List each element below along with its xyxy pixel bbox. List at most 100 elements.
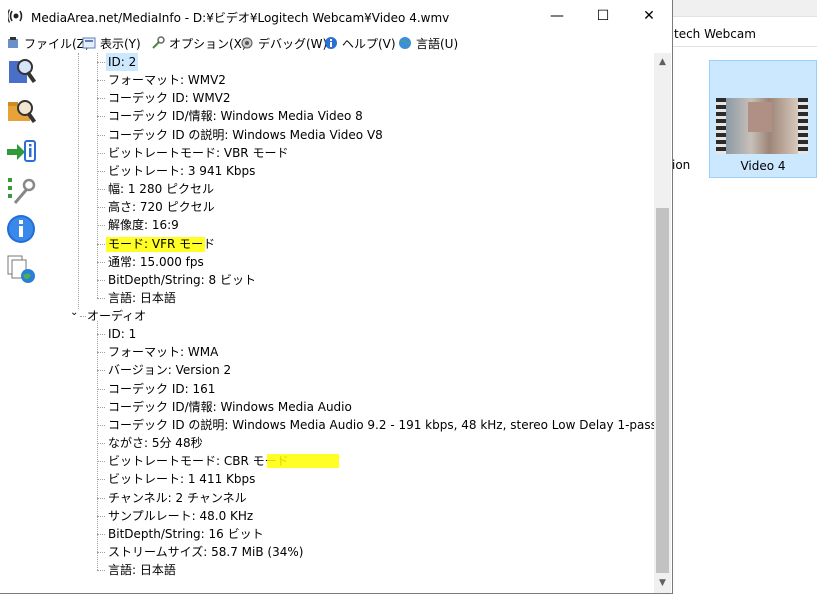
audio-property-row[interactable]: ストリームサイズ: 58.7 MiB (34%) xyxy=(42,543,642,561)
audio-property-row[interactable]: コーデック ID: 161 xyxy=(42,380,642,398)
tree-item-text: 幅: 1 280 ピクセル xyxy=(108,182,215,196)
tree-connector-line xyxy=(97,207,105,208)
tree-item-text: サンプルレート: 48.0 KHz xyxy=(108,509,254,523)
window-title: MediaArea.net/MediaInfo - D:¥ビデオ¥Logitec… xyxy=(31,11,450,25)
video-property-row[interactable]: コーデック ID の説明: Windows Media Video V8 xyxy=(42,126,642,144)
audio-section-node[interactable]: ⌄ オーディオ xyxy=(42,307,342,325)
minimize-button[interactable]: — xyxy=(534,0,580,32)
video-property-row[interactable]: 言語: 日本語 xyxy=(42,289,642,307)
info-tree-view[interactable]: ID: 2 フォーマット: WMV2 コーデック ID: WMV2 コーデック ID/… xyxy=(42,53,654,593)
tree-item-text: 通常: 15.000 fps xyxy=(108,255,204,269)
audio-property-row[interactable]: バージョン: Version 2 xyxy=(42,361,642,379)
scroll-up-icon[interactable]: ▲ xyxy=(654,53,671,70)
audio-property-row[interactable]: ビットレート: 1 411 Kbps xyxy=(42,470,642,488)
close-button[interactable]: ✕ xyxy=(626,0,672,32)
knowledge-base-icon[interactable] xyxy=(5,253,37,285)
tree-connector-line xyxy=(97,407,105,408)
open-folder-icon[interactable] xyxy=(5,95,37,127)
preferences-icon[interactable] xyxy=(5,175,37,207)
menu-options[interactable]: オプション(X) xyxy=(151,34,247,52)
video-property-row[interactable]: ID: 2 xyxy=(42,53,642,71)
partial-file-label[interactable]: ion xyxy=(672,158,690,172)
tree-item-text: ID: 1 xyxy=(108,327,137,341)
video-property-row[interactable]: 通常: 15.000 fps xyxy=(42,253,642,271)
tree-connector-line xyxy=(97,425,105,426)
tree-connector-line xyxy=(97,516,105,517)
tree-item-text: 高さ: 720 ピクセル xyxy=(108,200,215,214)
video-property-row[interactable]: 高さ: 720 ピクセル xyxy=(42,198,642,216)
close-icon: ✕ xyxy=(643,8,655,24)
menu-language-label: 言語(U) xyxy=(416,36,459,51)
video-property-row[interactable]: 解像度: 16:9 xyxy=(42,216,642,234)
options-icon xyxy=(152,36,165,49)
video-property-row[interactable]: ビットレートモード: VBR モード xyxy=(42,144,642,162)
scroll-thumb[interactable] xyxy=(656,208,669,573)
tree-item-text: ながさ: 5分 48秒 xyxy=(108,436,203,450)
scroll-down-icon[interactable]: ▼ xyxy=(654,574,671,591)
menu-debug-label: デバッグ(W) xyxy=(258,36,328,51)
export-info-icon[interactable] xyxy=(5,135,37,167)
explorer-address-bar[interactable]: tech Webcam xyxy=(672,24,817,47)
maximize-button[interactable]: ☐ xyxy=(580,0,626,32)
video-property-row[interactable]: モード: VFR モード xyxy=(42,235,642,253)
audio-property-row[interactable]: コーデック ID/情報: Windows Media Audio xyxy=(42,398,642,416)
video-property-row[interactable]: コーデック ID: WMV2 xyxy=(42,89,642,107)
tree-connector-line xyxy=(97,262,105,263)
video-property-row[interactable]: 幅: 1 280 ピクセル xyxy=(42,180,642,198)
tree-item-text: コーデック ID の説明: Windows Media Video V8 xyxy=(108,128,383,142)
audio-property-row[interactable]: BitDepth/String: 16 ビット xyxy=(42,525,642,543)
audio-property-row[interactable]: ID: 1 xyxy=(42,325,642,343)
tree-item-text: ストリームサイズ: 58.7 MiB (34%) xyxy=(108,545,304,559)
tree-item-text: BitDepth/String: 8 ビット xyxy=(108,273,256,287)
tree-connector-line xyxy=(97,244,105,245)
video-thumbnail xyxy=(716,98,808,154)
highlight-mark xyxy=(267,454,339,468)
audio-property-row[interactable]: チャンネル: 2 チャンネル xyxy=(42,489,642,507)
left-toolbar xyxy=(0,53,42,593)
explorer-window: tech Webcam ion Video 4 xyxy=(672,0,817,595)
tree-item-text: ビットレートモード: VBR モード xyxy=(108,146,289,160)
video-property-row[interactable]: コーデック ID/情報: Windows Media Video 8 xyxy=(42,107,642,125)
menu-file[interactable]: ファイル(Z) xyxy=(6,34,90,52)
tree-connector-line xyxy=(80,316,86,317)
tree-item-text: フォーマット: WMA xyxy=(108,345,219,359)
minimize-icon: — xyxy=(550,8,564,24)
video-file-item[interactable]: Video 4 xyxy=(709,60,817,178)
mediainfo-app-icon xyxy=(8,9,23,23)
tree-connector-line xyxy=(97,389,105,390)
audio-property-row[interactable]: サンプルレート: 48.0 KHz xyxy=(42,507,642,525)
menu-debug[interactable]: デバッグ(W) xyxy=(240,34,327,52)
menu-language[interactable]: 言語(U) xyxy=(398,34,458,52)
tree-item-text: チャンネル: 2 チャンネル xyxy=(108,491,247,505)
mediainfo-window: MediaArea.net/MediaInfo - D:¥ビデオ¥Logitec… xyxy=(0,0,673,594)
tree-item-text: コーデック ID: WMV2 xyxy=(108,91,231,105)
tree-connector-line xyxy=(97,135,105,136)
tree-item-text: 言語: 日本語 xyxy=(108,291,176,305)
tree-item-text: コーデック ID: 161 xyxy=(108,382,216,396)
menu-help[interactable]: ヘルプ(V) xyxy=(324,34,396,52)
file-icon xyxy=(8,37,18,48)
open-file-icon[interactable] xyxy=(5,55,37,87)
audio-property-row[interactable]: ビットレートモード: CBR モード xyxy=(42,452,642,470)
chevron-down-icon[interactable]: ⌄ xyxy=(70,304,78,322)
video-property-row[interactable]: フォーマット: WMV2 xyxy=(42,71,642,89)
address-text: tech Webcam xyxy=(674,27,756,41)
tree-connector-line xyxy=(97,443,105,444)
tree-connector-line xyxy=(97,334,105,335)
audio-property-row[interactable]: コーデック ID の説明: Windows Media Audio 9.2 - … xyxy=(42,416,654,434)
audio-property-row[interactable]: 言語: 日本語 xyxy=(42,561,642,579)
about-icon[interactable] xyxy=(5,213,37,245)
vertical-scrollbar[interactable]: ▲ ▼ xyxy=(654,53,671,593)
title-bar[interactable]: MediaArea.net/MediaInfo - D:¥ビデオ¥Logitec… xyxy=(0,0,672,32)
tree-connector-line xyxy=(97,479,105,480)
tree-connector-line xyxy=(97,498,105,499)
tree-item-text: BitDepth/String: 16 ビット xyxy=(108,527,264,541)
audio-property-row[interactable]: ながさ: 5分 48秒 xyxy=(42,434,642,452)
tree-item-text: ビットレート: 1 411 Kbps xyxy=(108,472,256,486)
tree-connector-line xyxy=(97,153,105,154)
video-property-row[interactable]: ビットレート: 3 941 Kbps xyxy=(42,162,642,180)
tree-connector-line xyxy=(97,80,105,81)
menu-view[interactable]: 表示(Y) xyxy=(82,34,141,52)
video-property-row[interactable]: BitDepth/String: 8 ビット xyxy=(42,271,642,289)
audio-property-row[interactable]: フォーマット: WMA xyxy=(42,343,642,361)
